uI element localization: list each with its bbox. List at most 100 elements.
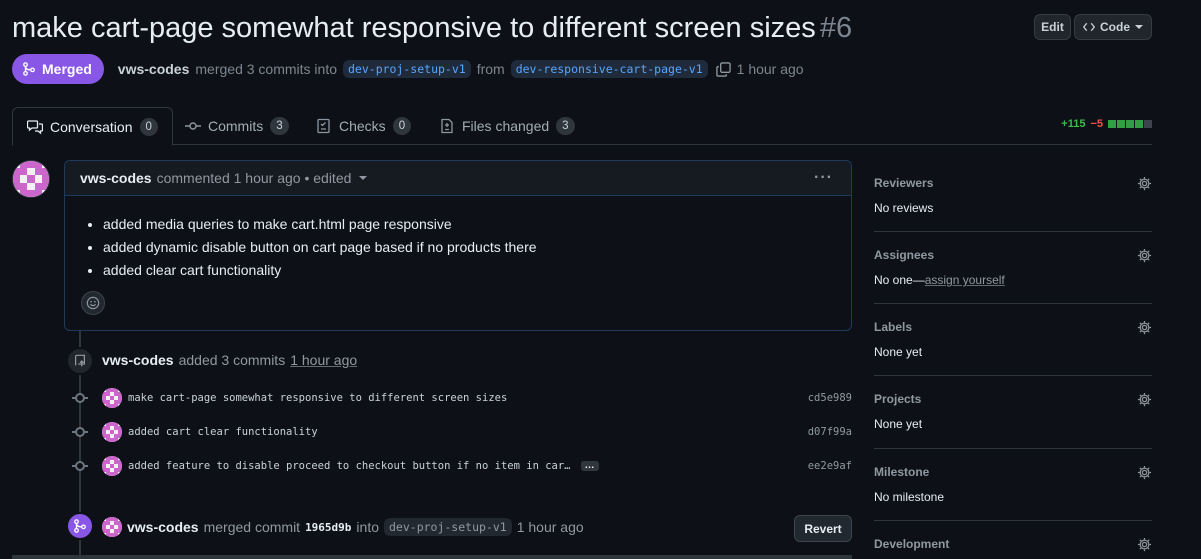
file-diff-icon	[441, 118, 453, 134]
sidebar-projects: Projects None yet	[874, 392, 1152, 431]
identicon-cell	[13, 189, 21, 197]
gear-icon[interactable]	[1137, 176, 1152, 191]
checklist-icon	[317, 118, 330, 134]
push-event-text: vws-codes added 3 commits 1 hour ago	[102, 352, 357, 368]
sidebar-divider	[874, 231, 1152, 232]
pr-time: 1 hour ago	[736, 61, 804, 77]
identicon-cell	[27, 161, 35, 169]
tab-conversation-label: Conversation	[50, 118, 133, 135]
identicon-cell	[41, 175, 49, 183]
sidebar-development: Development	[874, 537, 1152, 552]
tab-checks[interactable]: Checks 0	[316, 107, 412, 145]
revert-button[interactable]: Revert	[794, 515, 852, 542]
assignees-value: No one—	[874, 273, 925, 287]
git-merge-icon	[74, 519, 86, 533]
merged-status-badge: Merged	[12, 54, 104, 84]
assign-yourself-link[interactable]: assign yourself	[925, 273, 1005, 287]
tab-files-changed[interactable]: Files changed 3	[439, 107, 575, 145]
merge-author[interactable]: vws-codes	[127, 519, 199, 535]
identicon-pattern	[102, 456, 122, 476]
push-event-badge	[66, 347, 94, 375]
gear-icon[interactable]	[1137, 465, 1152, 480]
sidebar-heading[interactable]: Assignees	[874, 248, 1152, 262]
identicon-cell	[34, 182, 42, 190]
diffstat-block	[1144, 120, 1152, 128]
identicon-cell	[13, 168, 21, 176]
merge-event-text: vws-codes merged commit 1965d9b into dev…	[102, 517, 584, 537]
commit-sha[interactable]: d07f99a	[808, 426, 852, 438]
comment-meta[interactable]: commented 1 hour ago • edited	[157, 170, 352, 186]
sidebar-value: No reviews	[874, 201, 934, 215]
commit-message[interactable]: make cart-page somewhat responsive to di…	[128, 392, 507, 404]
push-author[interactable]: vws-codes	[102, 352, 174, 368]
sidebar-heading[interactable]: Reviewers	[874, 176, 1152, 190]
commit-message[interactable]: added feature to disable proceed to chec…	[128, 460, 571, 472]
author-link[interactable]: vws-codes	[118, 61, 190, 77]
caret-down-icon[interactable]	[359, 174, 368, 182]
gear-icon[interactable]	[1137, 537, 1152, 552]
gear-icon[interactable]	[1137, 392, 1152, 407]
tab-conversation-count: 0	[139, 117, 158, 136]
gear-icon[interactable]	[1137, 320, 1152, 335]
identicon-cell	[34, 161, 42, 169]
tab-files-changed-count: 3	[556, 117, 575, 135]
identicon-cell	[41, 189, 49, 197]
push-description: added 3 commits	[178, 352, 286, 368]
diffstat-deletions: −5	[1090, 118, 1103, 130]
base-branch[interactable]: dev-proj-setup-v1	[343, 60, 471, 78]
code-button[interactable]: Code	[1074, 14, 1152, 40]
pr-tabs: Conversation 0 Commits 3 Checks 0 Files …	[12, 107, 1152, 146]
avatar[interactable]	[102, 388, 122, 408]
sidebar-heading[interactable]: Milestone	[874, 465, 1152, 479]
comment-discussion-icon	[27, 119, 43, 134]
add-reaction-button[interactable]	[81, 291, 105, 315]
sidebar-heading[interactable]: Labels	[874, 320, 1152, 334]
sidebar-heading[interactable]: Development	[874, 537, 1152, 551]
edit-button[interactable]: Edit	[1034, 14, 1071, 40]
caret-down-icon	[1135, 25, 1143, 29]
list-item: added dynamic disable button on cart pag…	[103, 236, 851, 259]
merge-commit-sha[interactable]: 1965d9b	[305, 521, 351, 534]
avatar[interactable]	[102, 517, 122, 537]
merge-action-text: merged 3 commits into	[195, 61, 337, 77]
merge-description: merged commit	[203, 519, 301, 535]
identicon-pattern	[102, 388, 122, 408]
sidebar-value: No milestone	[874, 490, 945, 504]
gear-icon[interactable]	[1137, 248, 1152, 263]
tab-conversation[interactable]: Conversation 0	[12, 107, 173, 146]
smiley-icon	[86, 296, 100, 310]
tab-commits-label: Commits	[208, 118, 264, 134]
identicon-cell	[41, 168, 49, 176]
identicon-cell	[20, 175, 28, 183]
expand-commit-message-button[interactable]: …	[580, 461, 599, 471]
commit-row: added feature to disable proceed to chec…	[72, 455, 852, 477]
repo-push-icon	[75, 354, 85, 367]
avatar[interactable]	[102, 422, 122, 442]
commit-row: make cart-page somewhat responsive to di…	[72, 387, 852, 409]
sidebar-value: No one—assign yourself	[874, 273, 1152, 287]
avatar[interactable]	[12, 160, 50, 198]
push-time[interactable]: 1 hour ago	[290, 352, 357, 368]
identicon-cell	[41, 182, 49, 190]
code-button-label: Code	[1100, 20, 1130, 34]
pr-number: #6	[819, 12, 853, 44]
pr-title: make cart-page somewhat responsive to di…	[12, 8, 852, 48]
git-merge-icon	[23, 62, 35, 76]
avatar[interactable]	[102, 456, 122, 476]
commit-sha[interactable]: cd5e989	[808, 392, 852, 404]
comment-author[interactable]: vws-codes	[80, 170, 152, 186]
kebab-menu-icon[interactable]: ···	[814, 169, 833, 187]
commit-sha[interactable]: ee2e9af	[808, 460, 852, 472]
copy-icon[interactable]	[715, 61, 731, 77]
pr-meta: Merged vws-codes merged 3 commits into d…	[12, 54, 804, 84]
head-branch[interactable]: dev-responsive-cart-page-v1	[510, 60, 708, 78]
merge-time[interactable]: 1 hour ago	[517, 519, 584, 535]
merge-target-branch[interactable]: dev-proj-setup-v1	[384, 518, 512, 536]
from-text: from	[476, 61, 505, 77]
identicon-pattern	[13, 161, 49, 197]
sidebar-heading[interactable]: Projects	[874, 392, 1152, 406]
sidebar-labels: Labels None yet	[874, 320, 1152, 359]
tab-commits[interactable]: Commits 3	[185, 107, 289, 145]
commit-message[interactable]: added cart clear functionality	[128, 426, 318, 438]
identicon-cell	[13, 182, 21, 190]
